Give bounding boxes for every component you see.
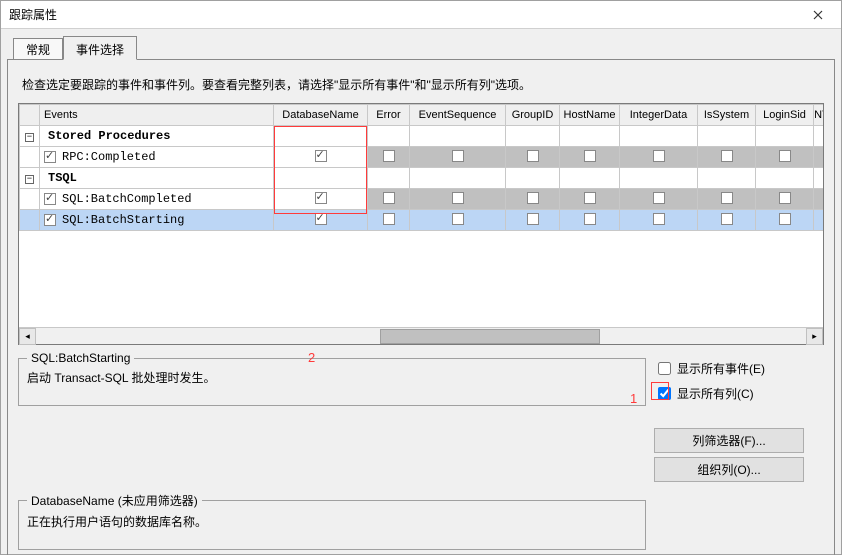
grid-cell-checkbox[interactable] — [506, 189, 560, 210]
grid-cell-checkbox[interactable] — [756, 210, 814, 231]
header-nt[interactable]: NT — [814, 105, 824, 126]
titlebar: 跟踪属性 — [1, 1, 841, 29]
event-label[interactable]: SQL:BatchStarting — [40, 210, 274, 231]
grid-cell-checkbox[interactable] — [698, 210, 756, 231]
column-description-text: 正在执行用户语句的数据库名称。 — [27, 513, 637, 541]
show-all-columns-checkbox[interactable]: 显示所有列(C) — [654, 384, 824, 403]
column-description-fieldset: DatabaseName (未应用筛选器) 正在执行用户语句的数据库名称。 — [18, 492, 646, 550]
grid-cell-checkbox[interactable] — [620, 189, 698, 210]
organize-columns-button[interactable]: 组织列(O)... — [654, 457, 804, 482]
grid-cell-checkbox[interactable] — [560, 210, 620, 231]
scroll-right-arrow[interactable]: ▸ — [806, 328, 823, 345]
grid-cell-checkbox[interactable] — [620, 147, 698, 168]
grid-cell-checkbox[interactable] — [274, 147, 368, 168]
event-row-checkbox[interactable] — [44, 151, 56, 163]
event-group-label: TSQL — [40, 168, 274, 189]
right-controls: 显示所有事件(E) 显示所有列(C) 1 列筛选器(F)... 组织列(O)..… — [654, 345, 824, 486]
tab-general[interactable]: 常规 — [13, 38, 63, 59]
event-row-checkbox[interactable] — [44, 214, 56, 226]
header-event-sequence[interactable]: EventSequence — [410, 105, 506, 126]
grid-cell-checkbox[interactable] — [560, 189, 620, 210]
table-header-row: Events DatabaseName Error EventSequence … — [20, 105, 824, 126]
show-all-events-label: 显示所有事件(E) — [677, 360, 765, 377]
close-icon — [813, 10, 823, 20]
events-panel: 检查选定要跟踪的事件和事件列。要查看完整列表，请选择"显示所有事件"和"显示所有… — [7, 59, 835, 555]
header-database-name[interactable]: DatabaseName — [274, 105, 368, 126]
table-row[interactable]: −Stored Procedures — [20, 126, 824, 147]
header-error[interactable]: Error — [368, 105, 410, 126]
grid-cell-checkbox[interactable] — [410, 210, 506, 231]
event-description-legend: SQL:BatchStarting — [27, 351, 134, 365]
header-group-id[interactable]: GroupID — [506, 105, 560, 126]
scroll-thumb[interactable] — [380, 329, 600, 344]
scroll-left-arrow[interactable]: ◂ — [19, 328, 36, 345]
grid-cell-checkbox[interactable] — [368, 210, 410, 231]
grid-cell-checkbox[interactable] — [560, 147, 620, 168]
event-label[interactable]: SQL:BatchCompleted — [40, 189, 274, 210]
scroll-track[interactable] — [36, 328, 806, 345]
dialog-body: 常规 事件选择 检查选定要跟踪的事件和事件列。要查看完整列表，请选择"显示所有事… — [1, 29, 841, 555]
event-label[interactable]: RPC:Completed — [40, 147, 274, 168]
show-all-events-input[interactable] — [658, 362, 671, 375]
grid-cell-checkbox[interactable] — [506, 147, 560, 168]
trace-properties-dialog: 跟踪属性 常规 事件选择 检查选定要跟踪的事件和事件列。要查看完整列表，请选择"… — [0, 0, 842, 555]
event-row-checkbox[interactable] — [44, 193, 56, 205]
table-row[interactable]: −TSQL — [20, 168, 824, 189]
grid-cell-checkbox[interactable] — [274, 189, 368, 210]
grid-cell-checkbox[interactable] — [698, 147, 756, 168]
annotation-label-1: 1 — [630, 391, 640, 406]
event-group-label: Stored Procedures — [40, 126, 274, 147]
table-row[interactable]: SQL:BatchStarting — [20, 210, 824, 231]
header-tree — [20, 105, 40, 126]
grid-cell-checkbox[interactable] — [756, 147, 814, 168]
event-description-fieldset: SQL:BatchStarting 启动 Transact-SQL 批处理时发生… — [18, 351, 646, 406]
grid-cell-checkbox[interactable] — [756, 189, 814, 210]
event-description-text: 启动 Transact-SQL 批处理时发生。 — [27, 369, 637, 397]
show-all-events-checkbox[interactable]: 显示所有事件(E) — [654, 359, 824, 378]
close-button[interactable] — [795, 1, 841, 29]
column-description-legend: DatabaseName (未应用筛选器) — [27, 492, 202, 509]
grid-cell-checkbox[interactable] — [410, 189, 506, 210]
instruction-text: 检查选定要跟踪的事件和事件列。要查看完整列表，请选择"显示所有事件"和"显示所有… — [22, 76, 824, 93]
table-row[interactable]: SQL:BatchCompleted — [20, 189, 824, 210]
tab-strip: 常规 事件选择 — [13, 35, 835, 59]
header-host-name[interactable]: HostName — [560, 105, 620, 126]
grid-cell-checkbox[interactable] — [368, 147, 410, 168]
show-all-columns-input[interactable] — [658, 387, 671, 400]
grid-cell-checkbox[interactable] — [368, 189, 410, 210]
column-filters-button[interactable]: 列筛选器(F)... — [654, 428, 804, 453]
horizontal-scrollbar[interactable]: ◂ ▸ — [19, 327, 823, 344]
header-events[interactable]: Events — [40, 105, 274, 126]
events-grid: Events DatabaseName Error EventSequence … — [18, 103, 824, 345]
events-table: Events DatabaseName Error EventSequence … — [19, 104, 823, 231]
table-row[interactable]: RPC:Completed — [20, 147, 824, 168]
tree-toggle[interactable]: − — [20, 168, 40, 189]
grid-cell-checkbox[interactable] — [698, 189, 756, 210]
grid-cell-checkbox[interactable] — [410, 147, 506, 168]
tab-events-selection[interactable]: 事件选择 — [63, 36, 137, 60]
header-login-sid[interactable]: LoginSid — [756, 105, 814, 126]
mid-row: SQL:BatchStarting 启动 Transact-SQL 批处理时发生… — [18, 345, 824, 486]
tree-toggle[interactable]: − — [20, 126, 40, 147]
grid-cell-checkbox[interactable] — [620, 210, 698, 231]
header-integer-data[interactable]: IntegerData — [620, 105, 698, 126]
annotation-label-2: 2 — [308, 350, 315, 365]
grid-cell-checkbox[interactable] — [506, 210, 560, 231]
header-is-system[interactable]: IsSystem — [698, 105, 756, 126]
grid-cell-checkbox[interactable] — [274, 210, 368, 231]
window-title: 跟踪属性 — [9, 6, 57, 23]
show-all-columns-label: 显示所有列(C) — [677, 385, 754, 402]
